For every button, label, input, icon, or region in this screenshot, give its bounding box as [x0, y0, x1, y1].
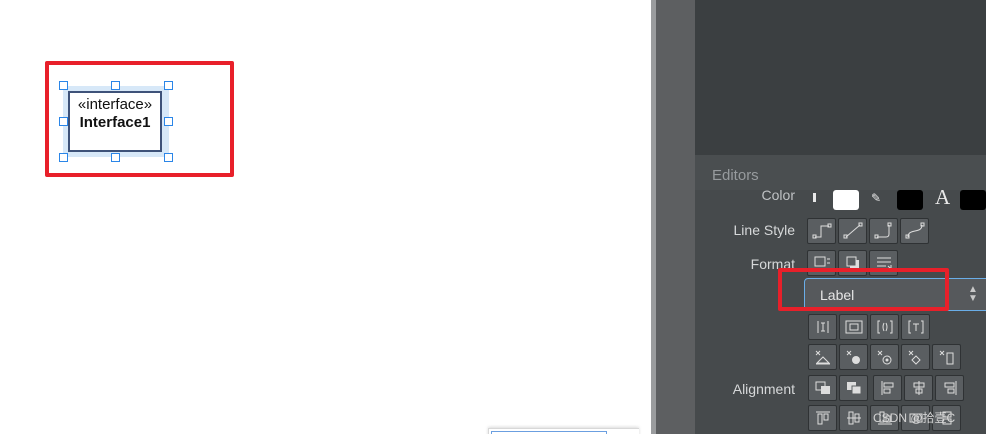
editors-title: Editors: [712, 167, 759, 184]
align-middle-button[interactable]: [839, 405, 868, 431]
color-label: Color: [761, 187, 795, 203]
to-front-button[interactable]: [808, 375, 837, 401]
clear-waypoints-button[interactable]: [808, 344, 837, 370]
alignment-label: Alignment: [732, 381, 795, 397]
label-text-button[interactable]: [901, 314, 930, 340]
curved-line-button[interactable]: [900, 218, 929, 244]
watermark-text: CSDN @拾壹C: [873, 411, 956, 425]
panel-splitter[interactable]: [651, 0, 695, 434]
select-arrows-icon: ▲ ▼: [968, 284, 978, 304]
resize-handle-n[interactable]: [111, 81, 120, 90]
interface-name[interactable]: Interface1: [70, 114, 160, 132]
clear-style-button[interactable]: [839, 344, 868, 370]
interface-stereotype: «interface»: [77, 96, 153, 113]
reset-style-button[interactable]: [870, 344, 899, 370]
rounded-line-button[interactable]: [869, 218, 898, 244]
straight-line-button[interactable]: [838, 218, 867, 244]
resize-handle-w[interactable]: [59, 117, 68, 126]
outline-view: [695, 0, 986, 155]
resize-handle-e[interactable]: [164, 117, 173, 126]
to-back-button[interactable]: [839, 375, 868, 401]
font-icon: A: [935, 185, 951, 209]
clear-edit-style-button[interactable]: [901, 344, 930, 370]
label-vertical-button[interactable]: [808, 314, 837, 340]
align-top-button[interactable]: [808, 405, 837, 431]
label-select-highlight: [778, 268, 949, 311]
resize-handle-sw[interactable]: [59, 153, 68, 162]
orthogonal-line-button[interactable]: [807, 218, 836, 244]
diagram-canvas[interactable]: «interface» Interface1: [0, 0, 651, 434]
font-color-swatch[interactable]: [960, 190, 986, 210]
resize-handle-ne[interactable]: [164, 81, 173, 90]
resize-handle-se[interactable]: [164, 153, 173, 162]
resize-handle-s[interactable]: [111, 153, 120, 162]
align-center-button[interactable]: [904, 375, 933, 401]
align-right-button[interactable]: [935, 375, 964, 401]
fill-icon: [813, 193, 816, 202]
uml-interface-shape[interactable]: «interface» Interface1: [68, 91, 162, 152]
line-style-label: Line Style: [733, 222, 795, 238]
line-color-swatch[interactable]: [897, 190, 923, 210]
minimap-panel[interactable]: [488, 428, 639, 434]
fill-color-swatch[interactable]: [833, 190, 859, 210]
splitter-line: [651, 0, 656, 434]
label-fit-button[interactable]: [839, 314, 868, 340]
resize-handle-nw[interactable]: [59, 81, 68, 90]
pen-icon: ✎: [871, 191, 882, 205]
clear-size-button[interactable]: [932, 344, 961, 370]
align-left-button[interactable]: [873, 375, 902, 401]
format-panel: Editors Color ✎ A Line Style Format Labe…: [695, 0, 986, 434]
label-code-button[interactable]: [870, 314, 899, 340]
